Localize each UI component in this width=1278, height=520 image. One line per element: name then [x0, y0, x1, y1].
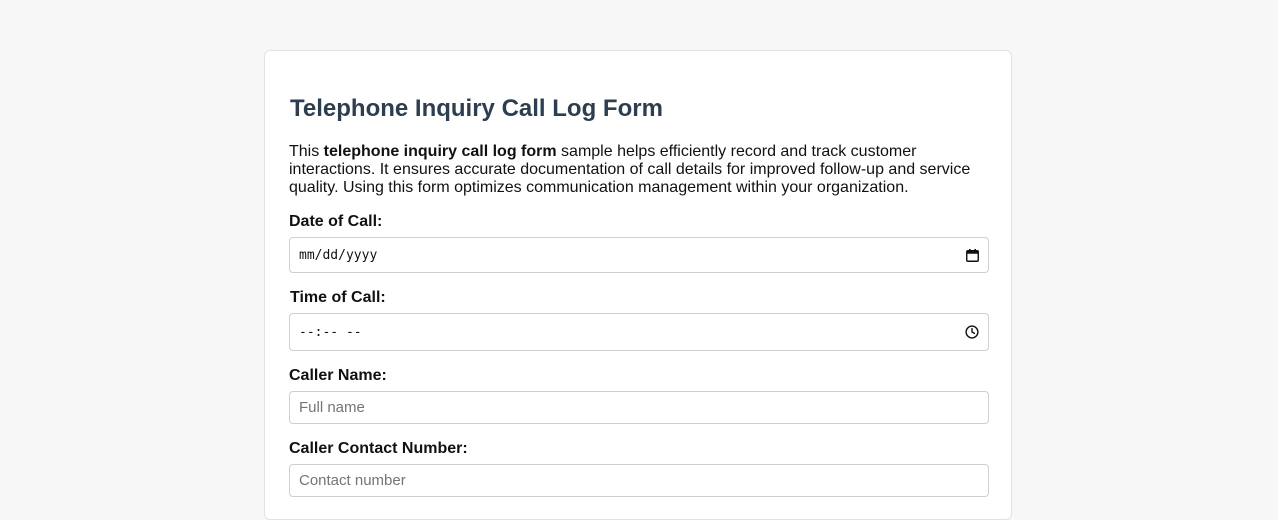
calendar-icon[interactable] — [965, 248, 979, 262]
time-of-call-input[interactable]: --:-- -- — [289, 313, 989, 351]
caller-contact-number-placeholder: Contact number — [299, 472, 406, 489]
form-intro: This telephone inquiry call log form sam… — [289, 143, 989, 197]
form-title: Telephone Inquiry Call Log Form — [290, 95, 663, 122]
form-card: Telephone Inquiry Call Log Form This tel… — [264, 50, 1012, 520]
date-of-call-input[interactable]: mm/dd/yyyy — [289, 237, 989, 273]
date-of-call-value: mm/dd/yyyy — [299, 247, 378, 263]
date-of-call-label: Date of Call: — [289, 213, 383, 230]
intro-prefix: This — [289, 143, 324, 160]
clock-icon[interactable] — [965, 325, 979, 339]
caller-contact-number-label: Caller Contact Number: — [289, 440, 468, 457]
caller-contact-number-input[interactable]: Contact number — [289, 464, 989, 497]
caller-name-label: Caller Name: — [289, 367, 387, 384]
time-of-call-label: Time of Call: — [290, 289, 386, 306]
time-of-call-value: --:-- -- — [299, 324, 362, 340]
caller-name-placeholder: Full name — [299, 399, 365, 416]
caller-name-input[interactable]: Full name — [289, 391, 989, 424]
intro-bold-text: telephone inquiry call log form — [323, 143, 557, 160]
